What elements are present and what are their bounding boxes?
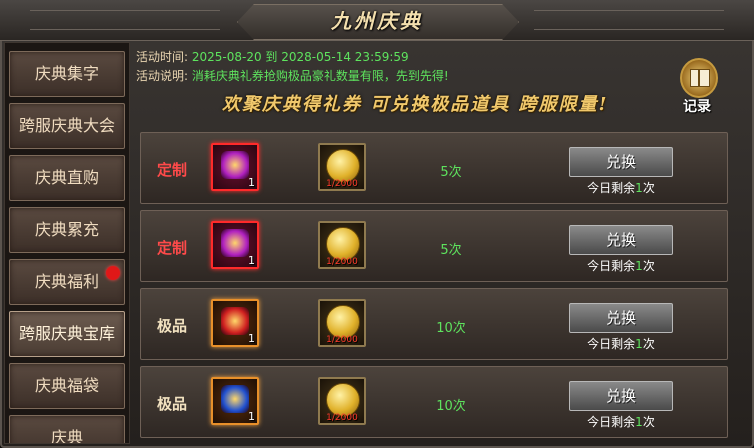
cost-quantity: 1/2000 (326, 179, 358, 189)
remaining-today: 今日剩余1次 (561, 335, 681, 352)
exchange-limit: 10次 (436, 321, 466, 336)
sidebar-item-lucky-bag[interactable]: 庆典福袋 (9, 363, 125, 409)
notification-dot (106, 266, 120, 280)
remaining-prefix: 今日剩余 (587, 259, 636, 273)
window-title: 九州庆典 (331, 9, 423, 33)
remaining-number: 1 (635, 337, 643, 351)
coupon-coin-icon (326, 227, 360, 261)
cost-quantity: 1/2000 (326, 257, 358, 267)
reward-item-slot[interactable]: 1 (211, 299, 259, 347)
reward-item-quantity: 1 (248, 254, 255, 267)
remaining-suffix: 次 (642, 337, 655, 351)
cost-item-slot[interactable]: 1/2000 (318, 377, 366, 425)
title-ornament-left (30, 10, 220, 30)
sidebar-item-label: 庆典累充 (34, 220, 99, 239)
sidebar-item-label: 跨服庆典大会 (18, 116, 115, 135)
sidebar-item-cumulative-recharge[interactable]: 庆典累充 (9, 207, 125, 253)
chest-icon (221, 229, 249, 257)
sidebar-item-collect-characters[interactable]: 庆典集字 (9, 51, 125, 97)
reward-item-quantity: 1 (248, 332, 255, 345)
event-time: 活动时间: 2025-08-20 到 2028-05-14 23:59:59 (136, 48, 409, 65)
sidebar: 庆典集字 跨服庆典大会 庆典直购 庆典累充 庆典福利 跨服庆典宝库 庆典福袋 庆… (4, 42, 130, 444)
sidebar-item-label: 跨服庆典宝库 (18, 324, 115, 343)
remaining-number: 1 (635, 259, 643, 273)
sidebar-item-label: 庆典直购 (34, 168, 99, 187)
event-time-label: 活动时间: (136, 50, 189, 64)
tier-label: 定制 (156, 161, 187, 179)
tier-label: 极品 (156, 395, 187, 413)
remaining-suffix: 次 (642, 181, 655, 195)
exchange-row: 极品 1 1/2000 10次 兑换 今日剩余1次 (140, 288, 728, 360)
remaining-today: 今日剩余1次 (561, 413, 681, 430)
sidebar-item-partial[interactable]: 庆典 (9, 415, 125, 444)
exchange-row: 定制 1 1/2000 5次 兑换 今日剩余1次 (140, 132, 728, 204)
chest-icon (221, 307, 249, 335)
book-icon (680, 58, 718, 98)
tier-label: 定制 (156, 239, 187, 257)
sidebar-item-label: 庆典福袋 (34, 376, 99, 395)
exchange-button[interactable]: 兑换 (569, 303, 673, 333)
cost-item-slot[interactable]: 1/2000 (318, 299, 366, 347)
cost-quantity: 1/2000 (326, 335, 358, 345)
cost-quantity: 1/2000 (326, 413, 358, 423)
remaining-prefix: 今日剩余 (587, 337, 636, 351)
cost-item-slot[interactable]: 1/2000 (318, 221, 366, 269)
reward-item-slot[interactable]: 1 (211, 143, 259, 191)
reward-item-quantity: 1 (248, 410, 255, 423)
coupon-coin-icon (326, 149, 360, 183)
sidebar-item-label: 庆典福利 (34, 272, 99, 291)
sidebar-item-direct-purchase[interactable]: 庆典直购 (9, 155, 125, 201)
chest-icon (221, 385, 249, 413)
event-description-value: 消耗庆典礼券抢购极品豪礼数量有限，先到先得! (191, 69, 449, 83)
sidebar-item-label: 庆典集字 (34, 64, 99, 83)
sidebar-item-welfare[interactable]: 庆典福利 (9, 259, 125, 305)
chest-icon (221, 151, 249, 179)
record-button[interactable]: 记录 (668, 56, 726, 120)
coupon-coin-icon (326, 305, 360, 339)
tier-label: 极品 (156, 317, 187, 335)
event-description: 活动说明: 消耗庆典礼券抢购极品豪礼数量有限，先到先得! (136, 67, 449, 84)
remaining-prefix: 今日剩余 (587, 415, 636, 429)
exchange-button[interactable]: 兑换 (569, 225, 673, 255)
title-bar: 九州庆典 (0, 0, 754, 41)
coupon-coin-icon (326, 383, 360, 417)
exchange-limit: 5次 (440, 243, 462, 258)
record-label: 记录 (683, 99, 711, 115)
cost-item-slot[interactable]: 1/2000 (318, 143, 366, 191)
remaining-prefix: 今日剩余 (587, 181, 636, 195)
exchange-limit: 10次 (436, 399, 466, 414)
exchange-button[interactable]: 兑换 (569, 381, 673, 411)
event-time-value: 2025-08-20 到 2028-05-14 23:59:59 (191, 50, 409, 64)
remaining-today: 今日剩余1次 (561, 179, 681, 196)
reward-item-slot[interactable]: 1 (211, 221, 259, 269)
exchange-limit: 5次 (440, 165, 462, 180)
sidebar-item-cross-server-event[interactable]: 跨服庆典大会 (9, 103, 125, 149)
remaining-number: 1 (635, 415, 643, 429)
exchange-row: 极品 1 1/2000 10次 兑换 今日剩余1次 (140, 366, 728, 438)
main-content: 活动时间: 2025-08-20 到 2028-05-14 23:59:59 活… (132, 42, 750, 442)
sidebar-item-cross-server-treasury[interactable]: 跨服庆典宝库 (9, 311, 125, 357)
reward-item-slot[interactable]: 1 (211, 377, 259, 425)
exchange-row: 定制 1 1/2000 5次 兑换 今日剩余1次 (140, 210, 728, 282)
title-ornament-right (534, 10, 724, 30)
sidebar-item-label: 庆典 (50, 428, 83, 444)
event-description-label: 活动说明: (136, 69, 189, 83)
remaining-suffix: 次 (642, 415, 655, 429)
remaining-number: 1 (635, 181, 643, 195)
promo-banner: 欢聚庆典得礼券 可兑换极品道具 跨服限量! (222, 94, 609, 115)
remaining-suffix: 次 (642, 259, 655, 273)
exchange-button[interactable]: 兑换 (569, 147, 673, 177)
remaining-today: 今日剩余1次 (561, 257, 681, 274)
reward-item-quantity: 1 (248, 176, 255, 189)
